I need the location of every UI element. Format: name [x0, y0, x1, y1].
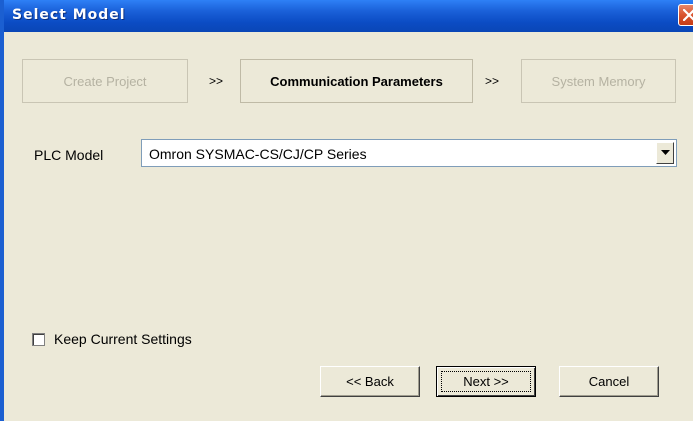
title-bar[interactable]: Select Model	[4, 0, 693, 32]
step-communication-parameters-label: Communication Parameters	[270, 73, 443, 89]
back-button[interactable]: << Back	[320, 366, 420, 397]
plc-model-dropdown-button[interactable]	[656, 142, 674, 164]
step-separator-2: >>	[485, 74, 500, 88]
select-model-dialog: Select Model Create Project >> Communica…	[0, 0, 693, 421]
cancel-button-label: Cancel	[588, 374, 630, 389]
next-button[interactable]: Next >>	[436, 366, 536, 397]
step-system-memory-label: System Memory	[551, 73, 646, 89]
step-create-project: Create Project	[22, 59, 188, 103]
step-create-project-label: Create Project	[63, 73, 147, 89]
plc-model-label: PLC Model	[34, 147, 104, 163]
chevron-down-icon	[661, 150, 670, 155]
plc-model-value: Omron SYSMAC-CS/CJ/CP Series	[149, 146, 367, 162]
step-separator-1: >>	[209, 74, 224, 88]
next-button-focus-rect	[441, 371, 531, 392]
back-button-label: << Back	[346, 374, 394, 389]
close-icon	[683, 9, 693, 21]
keep-current-settings-label[interactable]: Keep Current Settings	[54, 331, 192, 347]
window-title: Select Model	[12, 7, 126, 23]
step-system-memory: System Memory	[521, 59, 676, 103]
keep-current-settings-checkbox[interactable]	[32, 333, 45, 346]
plc-model-select[interactable]: Omron SYSMAC-CS/CJ/CP Series	[141, 139, 677, 167]
step-communication-parameters: Communication Parameters	[240, 59, 473, 103]
cancel-button[interactable]: Cancel	[559, 366, 659, 397]
close-button[interactable]	[678, 4, 693, 26]
